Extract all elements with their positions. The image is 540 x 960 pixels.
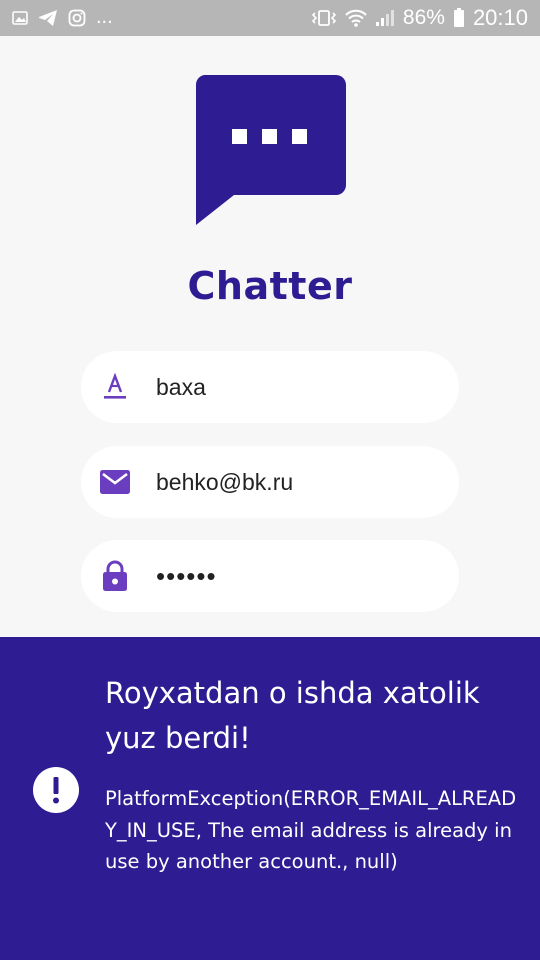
lock-icon [99, 560, 131, 592]
instagram-icon [68, 9, 86, 27]
image-icon [12, 10, 28, 26]
error-title: Royxatdan o ishda xatolik yuz berdi! [105, 676, 480, 755]
mail-icon [99, 466, 131, 498]
battery-percent: 86% [402, 6, 445, 29]
vibrate-icon [311, 9, 337, 27]
alert-circle-icon [33, 767, 79, 813]
username-field[interactable] [81, 351, 459, 423]
more-notifications-indicator: ... [96, 6, 113, 28]
wifi-icon [345, 8, 367, 28]
password-field[interactable] [81, 540, 459, 612]
chat-bubble-icon [194, 75, 346, 227]
system-status: 86% 20:10 [311, 0, 528, 36]
app-title: Chatter [187, 264, 353, 308]
signal-icon [375, 9, 395, 27]
text-format-icon [99, 371, 131, 403]
telegram-icon [38, 9, 58, 27]
error-message: PlatformException(ERROR_EMAIL_ALREADY_IN… [105, 787, 517, 873]
email-input[interactable] [156, 446, 436, 518]
battery-icon [453, 8, 465, 28]
password-input[interactable] [156, 540, 436, 612]
email-field[interactable] [81, 446, 459, 518]
username-input[interactable] [156, 351, 436, 423]
clock: 20:10 [472, 5, 528, 30]
status-bar: ... 86% 20:10 [0, 0, 540, 36]
register-screen: Chatter [0, 36, 540, 637]
notification-area: ... [12, 0, 113, 36]
error-snackbar: Royxatdan o ishda xatolik yuz berdi! Pla… [0, 637, 540, 960]
